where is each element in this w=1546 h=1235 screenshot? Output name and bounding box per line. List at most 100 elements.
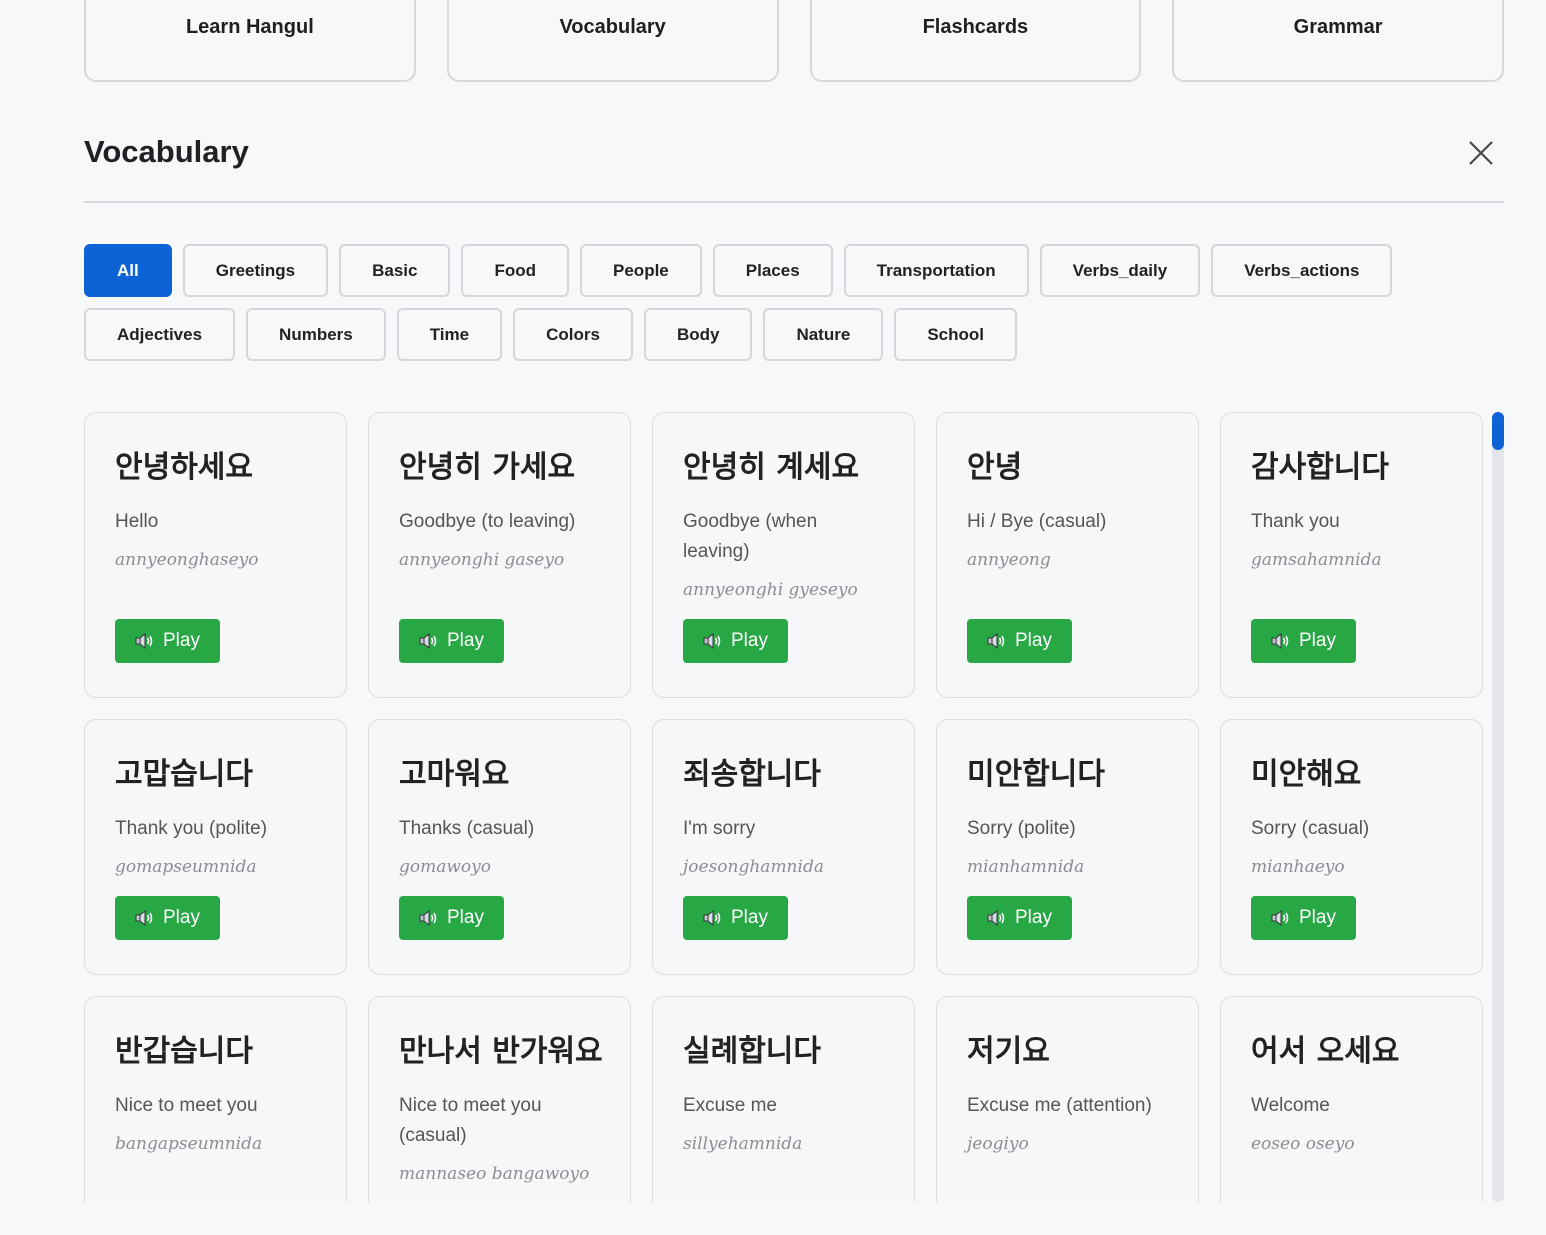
korean-word: 안녕히 가세요 — [399, 450, 576, 485]
nav-vocabulary[interactable]: Vocabulary — [446, 0, 779, 82]
english-meaning: Excuse me — [683, 1095, 777, 1116]
vocab-card: 미안합니다 Sorry (polite) mianhamnida Play — [936, 719, 1199, 975]
vocab-card: 감사합니다 Thank you gamsahamnida Play — [1220, 412, 1483, 698]
play-label: Play — [731, 630, 768, 651]
filter-chip-places[interactable]: Places — [712, 244, 833, 297]
speaker-icon — [703, 632, 721, 650]
korean-word: 반갑습니다 — [115, 1034, 253, 1069]
romanization: annyeong — [967, 550, 1051, 570]
play-label: Play — [163, 630, 200, 651]
play-label: Play — [1299, 630, 1336, 651]
play-button[interactable]: Play — [115, 619, 220, 663]
english-meaning: Thank you (polite) — [115, 818, 268, 839]
filter-chip-adjectives[interactable]: Adjectives — [84, 308, 236, 361]
romanization: mianhaeyo — [1251, 857, 1345, 877]
speaker-icon — [703, 909, 721, 927]
play-label: Play — [1015, 630, 1052, 651]
speaker-icon — [987, 632, 1005, 650]
korean-word: 감사합니다 — [1251, 450, 1389, 485]
romanization: gomapseumnida — [115, 857, 257, 877]
nav-flashcards[interactable]: Flashcards — [809, 0, 1142, 82]
english-meaning: Hi / Bye (casual) — [967, 511, 1107, 532]
korean-word: 죄송합니다 — [683, 757, 821, 792]
play-button[interactable]: Play — [683, 619, 788, 663]
nav-grammar[interactable]: Grammar — [1172, 0, 1504, 82]
english-meaning: Goodbye (when leaving) — [683, 511, 818, 562]
english-meaning: Sorry (casual) — [1251, 818, 1370, 839]
korean-word: 고맙습니다 — [115, 757, 253, 792]
vocab-card: 고맙습니다 Thank you (polite) gomapseumnida Play — [84, 719, 347, 975]
english-meaning: Goodbye (to leaving) — [399, 511, 576, 532]
english-meaning: Thanks (casual) — [399, 818, 535, 839]
section-title: Vocabulary — [84, 134, 249, 169]
speaker-icon — [419, 909, 437, 927]
korean-word: 안녕 — [967, 450, 1023, 485]
speaker-icon — [1271, 632, 1289, 650]
filter-chip-school[interactable]: School — [894, 308, 1017, 361]
play-label: Play — [447, 630, 484, 651]
scrollbar[interactable] — [1492, 412, 1504, 1202]
close-icon — [1469, 141, 1493, 165]
english-meaning: Thank you — [1251, 511, 1340, 532]
filter-chip-time[interactable]: Time — [396, 308, 503, 361]
vocab-card: 안녕히 계세요 Goodbye (when leaving) annyeonghi … — [652, 412, 915, 698]
english-meaning: I'm sorry — [683, 818, 756, 839]
filter-chip-food[interactable]: Food — [461, 244, 570, 297]
filter-chip-verbs-daily[interactable]: Verbs_daily — [1039, 244, 1201, 297]
romanization: gomawoyo — [399, 857, 491, 877]
play-button[interactable]: Play — [967, 896, 1072, 940]
romanization: joesonghamnida — [683, 857, 824, 877]
play-button[interactable]: Play — [683, 896, 788, 940]
filter-chip-greetings[interactable]: Greetings — [182, 244, 329, 297]
romanization: bangapseumnida — [115, 1134, 263, 1154]
nav-learn-hangul[interactable]: Learn Hangul — [84, 0, 416, 82]
top-nav: Learn Hangul Vocabulary Flashcards Gramm… — [84, 0, 1504, 82]
filter-chip-verbs-actions[interactable]: Verbs_actions — [1211, 244, 1393, 297]
romanization: annyeonghaseyo — [115, 550, 259, 570]
filter-chip-people[interactable]: People — [580, 244, 702, 297]
filter-chip-transportation[interactable]: Transportation — [843, 244, 1029, 297]
play-button[interactable]: Play — [399, 619, 504, 663]
speaker-icon — [1271, 909, 1289, 927]
play-label: Play — [447, 907, 484, 928]
play-button[interactable]: Play — [399, 896, 504, 940]
play-button[interactable]: Play — [1251, 619, 1356, 663]
romanization: mannaseo bangawoyo — [399, 1164, 590, 1184]
speaker-icon — [419, 632, 437, 650]
divider — [84, 201, 1504, 203]
vocab-card: 고마워요 Thanks (casual) gomawoyo Play — [368, 719, 631, 975]
vocab-card: 안녕하세요 Hello annyeonghaseyo Play — [84, 412, 347, 698]
vocabulary-page: Learn Hangul Vocabulary Flashcards Gramm… — [0, 0, 1546, 1235]
english-meaning: Hello — [115, 511, 159, 532]
romanization: eoseo oseyo — [1251, 1134, 1355, 1154]
filter-chip-all[interactable]: All — [84, 244, 172, 297]
romanization: sillyehamnida — [683, 1134, 803, 1154]
speaker-icon — [135, 909, 153, 927]
close-button[interactable] — [1464, 136, 1498, 170]
filter-chip-body[interactable]: Body — [643, 308, 753, 361]
play-button[interactable]: Play — [115, 896, 220, 940]
play-label: Play — [731, 907, 768, 928]
korean-word: 미안합니다 — [967, 757, 1105, 792]
korean-word: 실례합니다 — [683, 1034, 821, 1069]
vocab-card: 만나서 반가워요 Nice to meet you (casual) mannase… — [368, 996, 631, 1202]
english-meaning: Sorry (polite) — [967, 818, 1076, 839]
speaker-icon — [135, 632, 153, 650]
vocab-card: 죄송합니다 I'm sorry joesonghamnida Play — [652, 719, 915, 975]
scrollbar-thumb[interactable] — [1492, 412, 1504, 450]
english-meaning: Welcome — [1251, 1095, 1330, 1116]
play-button[interactable]: Play — [967, 619, 1072, 663]
filter-chip-colors[interactable]: Colors — [513, 308, 633, 361]
filter-chip-numbers[interactable]: Numbers — [246, 308, 386, 361]
korean-word: 어서 오세요 — [1251, 1034, 1400, 1069]
english-meaning: Excuse me (attention) — [967, 1095, 1152, 1116]
filter-chip-nature[interactable]: Nature — [763, 308, 884, 361]
filter-chip-basic[interactable]: Basic — [339, 244, 451, 297]
vocab-list-viewport: 안녕하세요 Hello annyeonghaseyo Play 안녕히 가세요 Goodb… — [84, 412, 1484, 1202]
play-button[interactable]: Play — [1251, 896, 1356, 940]
english-meaning: Nice to meet you — [115, 1095, 258, 1116]
romanization: gamsahamnida — [1251, 550, 1382, 570]
korean-word: 안녕하세요 — [115, 450, 253, 485]
play-label: Play — [1015, 907, 1052, 928]
category-filters: All Greetings Basic Food People Places Transpo… — [84, 244, 1404, 361]
